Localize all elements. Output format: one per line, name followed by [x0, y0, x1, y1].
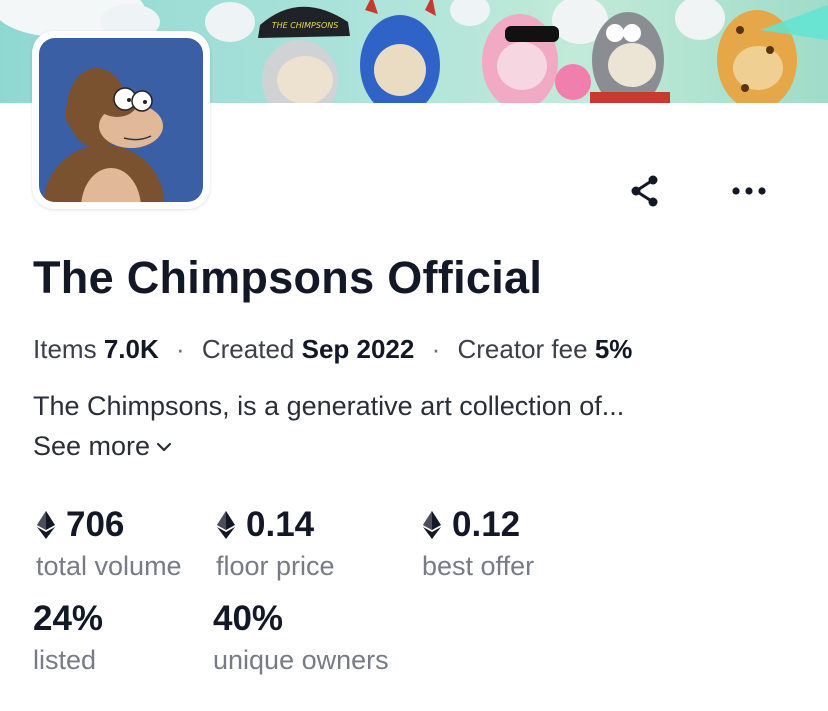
share-button[interactable] — [624, 170, 666, 212]
chevron-down-icon — [156, 442, 172, 451]
stat-label: best offer — [422, 551, 535, 581]
see-more-button[interactable]: See more — [33, 431, 172, 462]
collection-meta: Items 7.0K · Created Sep 2022 · Creator … — [33, 334, 632, 365]
items-label: Items — [33, 334, 97, 364]
stat-value: 0.14 — [246, 505, 315, 544]
stat-value: 24% — [33, 599, 104, 638]
collection-title: The Chimpsons Official — [33, 252, 543, 303]
stat-floor-price: 0.14 floor price — [216, 505, 335, 582]
meta-separator: · — [175, 334, 185, 364]
collection-avatar-frame — [32, 31, 210, 209]
stat-label: unique owners — [213, 645, 389, 675]
creator-fee-value: 5% — [594, 334, 633, 364]
stat-total-volume: 706 total volume — [36, 505, 182, 582]
ethereum-icon — [37, 511, 55, 539]
more-options-button[interactable] — [726, 170, 772, 212]
see-more-label: See more — [33, 431, 151, 461]
created-value: Sep 2022 — [301, 334, 415, 364]
more-horizontal-icon — [732, 187, 766, 195]
collection-description: The Chimpsons, is a generative art colle… — [33, 391, 625, 421]
stat-best-offer: 0.12 best offer — [422, 505, 534, 582]
stat-unique-owners: 40% unique owners — [213, 599, 389, 676]
stat-label: total volume — [36, 551, 182, 581]
stat-value: 40% — [213, 599, 284, 638]
ethereum-icon — [217, 511, 235, 539]
ethereum-icon — [423, 511, 441, 539]
stat-label: listed — [33, 645, 97, 675]
stat-label: floor price — [216, 551, 335, 581]
creator-fee-label: Creator fee — [457, 334, 588, 364]
share-icon — [631, 175, 658, 207]
stat-listed: 24% listed — [33, 599, 103, 676]
collection-avatar — [39, 38, 203, 202]
stat-value: 0.12 — [452, 505, 521, 544]
meta-separator: · — [431, 334, 441, 364]
stat-value: 706 — [66, 505, 125, 544]
items-value: 7.0K — [103, 334, 159, 364]
created-label: Created — [201, 334, 295, 364]
banner-hat-text: THE CHIMPSONS — [272, 21, 339, 30]
